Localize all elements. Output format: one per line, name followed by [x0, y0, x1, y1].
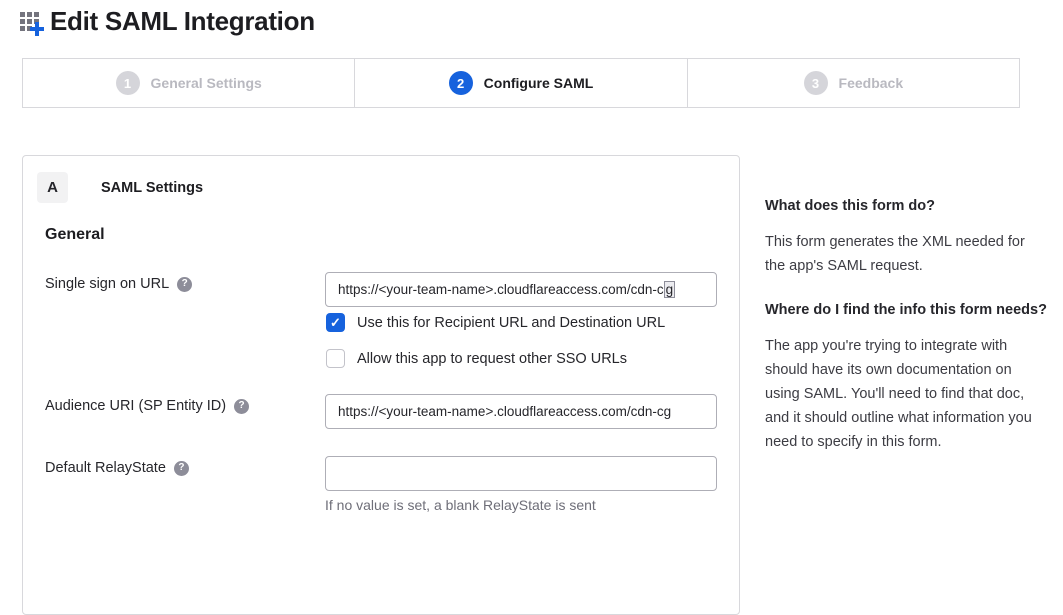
sso-url-input[interactable]: https://<your-team-name>.cloudflareacces… [325, 272, 717, 307]
audience-uri-input[interactable]: https://<your-team-name>.cloudflareacces… [325, 394, 717, 429]
audience-uri-value: https://<your-team-name>.cloudflareacces… [338, 404, 671, 419]
other-sso-checkbox-row[interactable]: Allow this app to request other SSO URLs [326, 349, 627, 368]
help-icon[interactable]: ? [234, 399, 249, 414]
checkbox-unchecked-icon[interactable] [326, 349, 345, 368]
panel-title: SAML Settings [101, 180, 203, 196]
help-icon[interactable]: ? [177, 277, 192, 292]
step-feedback[interactable]: 3 Feedback [687, 59, 1019, 107]
recipient-url-checkbox-row[interactable]: ✓ Use this for Recipient URL and Destina… [326, 313, 665, 332]
checkbox-checked-icon[interactable]: ✓ [326, 313, 345, 332]
help-paragraph: The app you're trying to integrate with … [765, 334, 1047, 454]
step-label: Configure SAML [484, 75, 594, 91]
help-paragraph: This form generates the XML needed for t… [765, 230, 1047, 278]
wizard-stepper: 1 General Settings 2 Configure SAML 3 Fe… [22, 58, 1020, 108]
field-label-text: Audience URI (SP Entity ID) [45, 398, 226, 414]
relay-state-input[interactable] [325, 456, 717, 491]
help-heading: What does this form do? [765, 196, 1047, 217]
checkbox-label: Allow this app to request other SSO URLs [357, 351, 627, 367]
step-number-badge: 2 [449, 71, 473, 95]
text-cursor: g [664, 281, 676, 298]
step-number-badge: 3 [804, 71, 828, 95]
field-label-text: Default RelayState [45, 460, 166, 476]
step-configure-saml[interactable]: 2 Configure SAML [354, 59, 686, 107]
step-number-badge: 1 [116, 71, 140, 95]
general-section-title: General [45, 226, 105, 244]
relay-state-label: Default RelayState ? [45, 460, 189, 476]
saml-settings-panel: A SAML Settings General Single sign on U… [22, 155, 740, 615]
help-icon[interactable]: ? [174, 461, 189, 476]
checkbox-label: Use this for Recipient URL and Destinati… [357, 315, 665, 331]
step-label: General Settings [151, 75, 262, 91]
field-label-text: Single sign on URL [45, 276, 169, 292]
page-header: Edit SAML Integration [18, 6, 315, 37]
page-title: Edit SAML Integration [50, 6, 315, 37]
help-sidebar: What does this form do? This form genera… [765, 196, 1047, 476]
sso-url-value: https://<your-team-name>.cloudflareacces… [338, 282, 664, 297]
help-heading: Where do I find the info this form needs… [765, 300, 1047, 321]
audience-uri-label: Audience URI (SP Entity ID) ? [45, 398, 249, 414]
sso-url-label: Single sign on URL ? [45, 276, 192, 292]
relay-state-helper-text: If no value is set, a blank RelayState i… [325, 497, 596, 513]
app-grid-add-icon [18, 9, 48, 39]
step-general-settings[interactable]: 1 General Settings [23, 59, 354, 107]
step-label: Feedback [839, 75, 904, 91]
section-a-badge: A [37, 172, 68, 203]
